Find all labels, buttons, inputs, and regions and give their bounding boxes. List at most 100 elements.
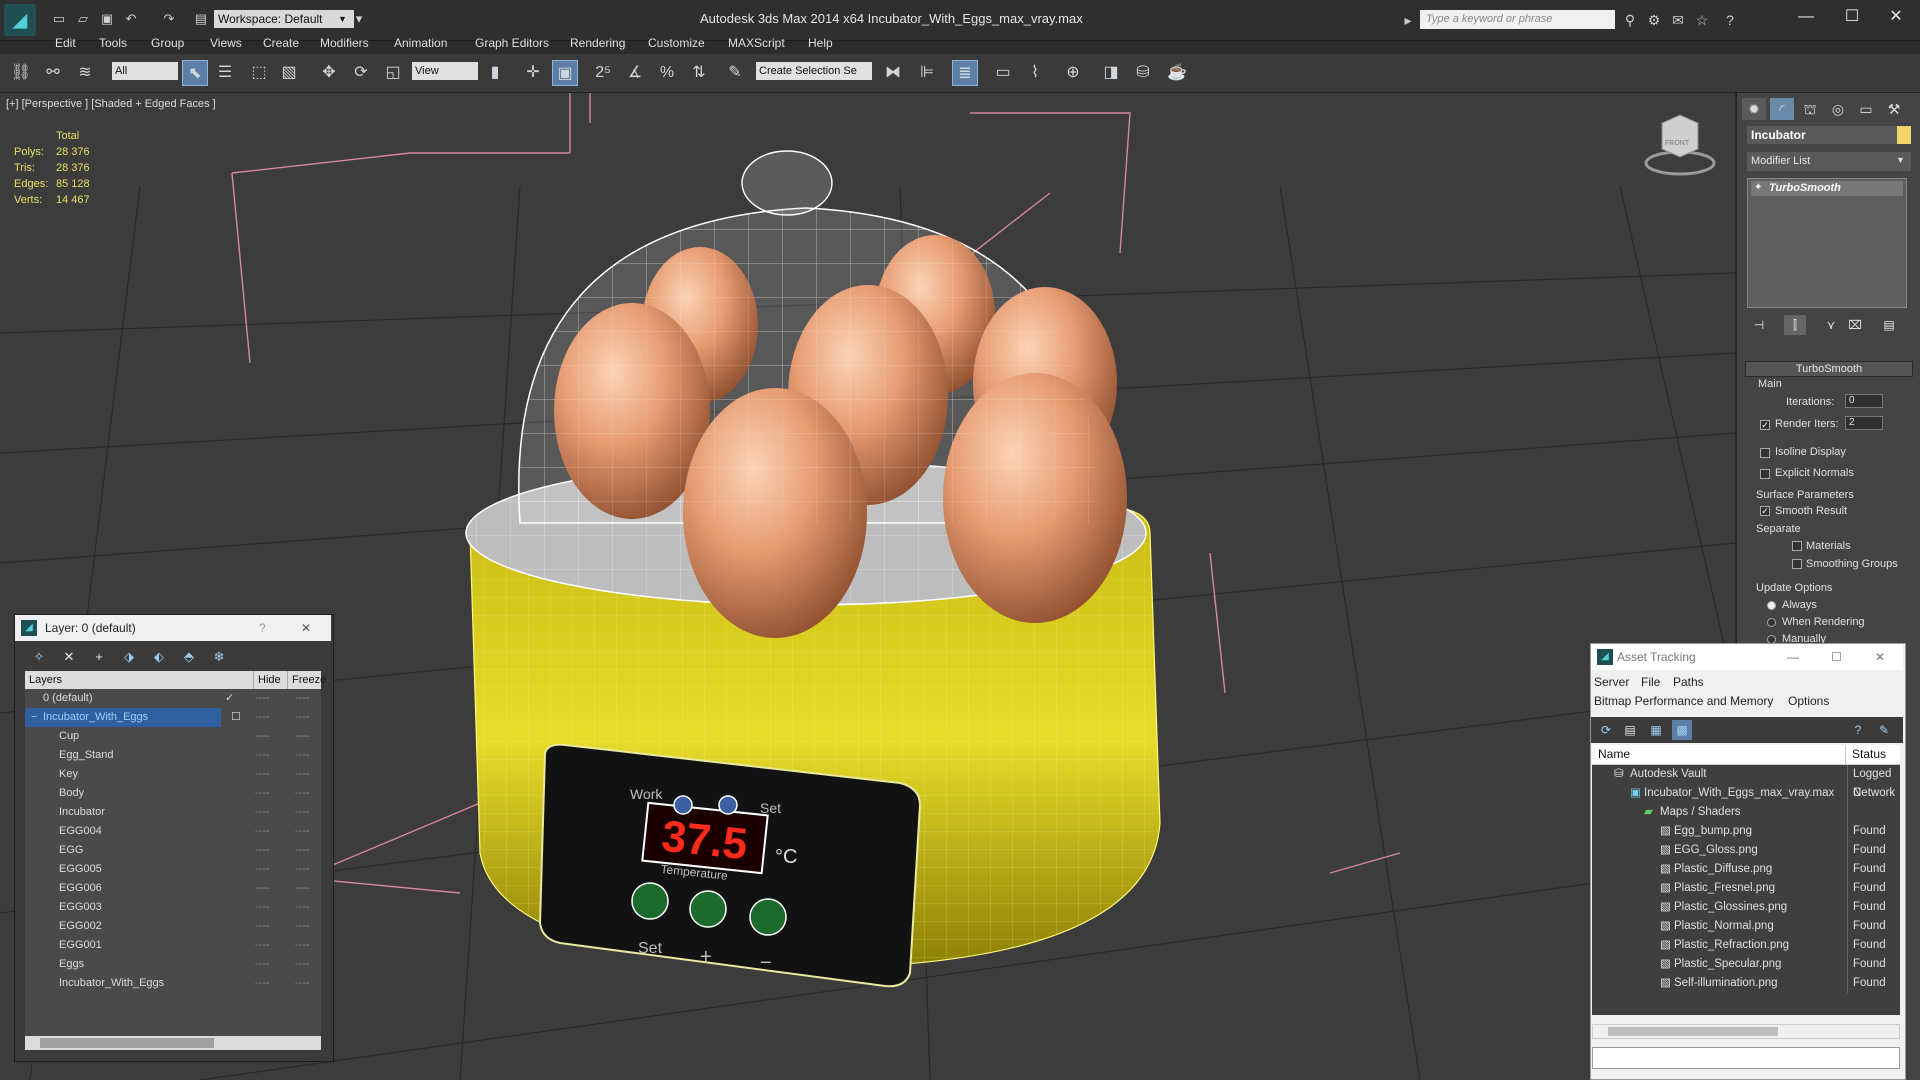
close-button[interactable]: ✕: [1876, 6, 1916, 28]
asset-row[interactable]: ▧ Self-illumination.png Found: [1592, 974, 1900, 993]
select-object-icon[interactable]: ⬉: [182, 60, 208, 86]
minimize-button[interactable]: —: [1786, 6, 1826, 28]
open-file-icon[interactable]: ▱: [74, 10, 92, 28]
help-icon[interactable]: ?: [1720, 10, 1740, 30]
hierarchy-tab-icon[interactable]: ⛫: [1798, 98, 1822, 120]
menu-create[interactable]: Create: [263, 34, 299, 52]
asset-row[interactable]: ▧ Egg_bump.png Found: [1592, 822, 1900, 841]
layer-row[interactable]: Eggs ---- ----: [25, 955, 321, 974]
asset-row[interactable]: ▧ Plastic_Specular.png Found: [1592, 955, 1900, 974]
minus-button[interactable]: [749, 898, 787, 936]
asset-row[interactable]: ▧ Plastic_Normal.png Found: [1592, 917, 1900, 936]
asset-tracking-titlebar[interactable]: ◢ Asset Tracking — ☐ ✕: [1591, 644, 1903, 670]
select-highlighted-icon[interactable]: ⬗: [118, 647, 140, 667]
menu-customize[interactable]: Customize: [648, 34, 705, 52]
modifier-stack[interactable]: [1747, 178, 1907, 308]
search-input[interactable]: Type a keyword or phrase: [1420, 10, 1615, 29]
asset-menu-bitmap-performance[interactable]: Bitmap Performance and Memory: [1594, 694, 1773, 708]
utilities-tab-icon[interactable]: ⚒: [1882, 98, 1906, 120]
layer-row[interactable]: 0 (default) ✓ ---- ----: [25, 689, 321, 708]
asset-menu-paths[interactable]: Paths: [1673, 675, 1704, 689]
rect-selection-icon[interactable]: ⬚: [246, 60, 272, 86]
communication-icon[interactable]: ✉: [1668, 10, 1688, 30]
unlink-icon[interactable]: ⚯: [40, 60, 66, 86]
project-folder-icon[interactable]: ▤: [192, 10, 210, 28]
active-layer-check-icon[interactable]: ✓: [225, 689, 234, 708]
scale-icon[interactable]: ◱: [380, 60, 406, 86]
freeze-unfreeze-all-icon[interactable]: ❄: [208, 647, 230, 667]
col-hide[interactable]: Hide: [253, 671, 281, 689]
bind-spacewarp-icon[interactable]: ≋: [72, 60, 98, 86]
asset-row[interactable]: ▧ Plastic_Fresnel.png Found: [1592, 879, 1900, 898]
layer-row[interactable]: EGG005 ---- ----: [25, 860, 321, 879]
edit-named-selection-icon[interactable]: ✎: [722, 60, 748, 86]
layer-row[interactable]: EGG002 ---- ----: [25, 917, 321, 936]
new-file-icon[interactable]: ▭: [50, 10, 68, 28]
always-radio[interactable]: [1767, 601, 1776, 610]
layer-row[interactable]: Incubator_With_Eggs ---- ----: [25, 974, 321, 993]
layer-row[interactable]: EGG004 ---- ----: [25, 822, 321, 841]
minimize-button[interactable]: —: [1787, 644, 1799, 670]
asset-row[interactable]: ▣ Incubator_With_Eggs_max_vray.max Network: [1592, 784, 1900, 803]
isoline-checkbox[interactable]: [1760, 448, 1770, 458]
layer-row[interactable]: − Incubator_With_Eggs: [25, 708, 221, 727]
asset-row[interactable]: ▧ Plastic_Glossines.png Found: [1592, 898, 1900, 917]
current-layer-box-icon[interactable]: ☐: [231, 708, 241, 727]
customize-quickaccess-icon[interactable]: ▾: [350, 10, 368, 28]
pin-stack-icon[interactable]: ⊣: [1748, 315, 1770, 335]
close-button[interactable]: ✕: [301, 615, 311, 641]
named-selection-dropdown[interactable]: Create Selection Se: [756, 62, 872, 80]
material-editor-icon[interactable]: ◨: [1098, 60, 1124, 86]
schematic-view-icon[interactable]: ⊕: [1060, 60, 1086, 86]
graphite-ribbon-icon[interactable]: ▭: [990, 60, 1016, 86]
add-to-layer-icon[interactable]: +: [88, 647, 110, 667]
subscription-icon[interactable]: ⚙: [1644, 10, 1664, 30]
modifier-list-dropdown[interactable]: Modifier List: [1747, 152, 1911, 171]
collapse-icon[interactable]: −: [31, 708, 37, 727]
window-crossing-icon[interactable]: ▧: [276, 60, 302, 86]
keyboard-shortcut-override-icon[interactable]: ▣: [552, 60, 578, 86]
layer-row[interactable]: Body ---- ----: [25, 784, 321, 803]
layer-row[interactable]: EGG003 ---- ----: [25, 898, 321, 917]
asset-row[interactable]: ⛁ Autodesk Vault Logged C: [1592, 765, 1900, 799]
col-layers[interactable]: Layers: [29, 671, 62, 689]
table-view-icon[interactable]: ▦: [1646, 720, 1666, 740]
remove-modifier-icon[interactable]: ⌧: [1844, 315, 1866, 335]
motion-tab-icon[interactable]: ◎: [1826, 98, 1850, 120]
display-tab-icon[interactable]: ▭: [1854, 98, 1878, 120]
menu-maxscript[interactable]: MAXScript: [728, 34, 785, 52]
layer-row[interactable]: EGG006 ---- ----: [25, 879, 321, 898]
asset-row[interactable]: ▧ Plastic_Diffuse.png Found: [1592, 860, 1900, 879]
render-setup-icon[interactable]: ⛁: [1130, 60, 1156, 86]
chevron-down-icon[interactable]: ▼: [338, 10, 350, 28]
select-manipulate-icon[interactable]: ✛: [520, 60, 546, 86]
menu-views[interactable]: Views: [210, 34, 242, 52]
workspace-dropdown[interactable]: Workspace: Default: [214, 10, 354, 28]
object-name-field[interactable]: Incubator: [1747, 126, 1897, 144]
menu-animation[interactable]: Animation: [394, 34, 447, 52]
layer-dialog-titlebar[interactable]: ◢ Layer: 0 (default) ? ✕: [15, 615, 331, 641]
pivot-center-icon[interactable]: ▮: [482, 60, 508, 86]
delete-layer-icon[interactable]: ✕: [58, 647, 80, 667]
plus-button[interactable]: [689, 890, 727, 928]
save-file-icon[interactable]: ▣: [98, 10, 116, 28]
help-button[interactable]: ?: [259, 615, 266, 641]
col-status[interactable]: Status: [1845, 745, 1886, 764]
layer-row[interactable]: Incubator ---- ----: [25, 803, 321, 822]
highlight-selected-icon[interactable]: ⬖: [148, 647, 170, 667]
refresh-icon[interactable]: ⟳: [1596, 720, 1616, 740]
smoothing-groups-checkbox[interactable]: [1792, 559, 1802, 569]
menu-graph-editors[interactable]: Graph Editors: [475, 34, 549, 52]
asset-row[interactable]: ▧ EGG_Gloss.png Found: [1592, 841, 1900, 860]
stack-item-turbosmooth[interactable]: TurboSmooth: [1751, 181, 1903, 196]
render-iters-checkbox[interactable]: ✓: [1760, 420, 1770, 430]
layer-row[interactable]: Egg_Stand ---- ----: [25, 746, 321, 765]
angle-snap-icon[interactable]: ∡: [622, 60, 648, 86]
reference-coord-dropdown[interactable]: View: [412, 62, 478, 80]
layer-list[interactable]: 0 (default) ✓ ---- ---- − Incubator_With_Egg…: [25, 689, 321, 1045]
menu-edit[interactable]: Edit: [55, 34, 76, 52]
grid-view-icon[interactable]: ▩: [1672, 720, 1692, 740]
object-color-swatch[interactable]: [1897, 126, 1911, 144]
maximize-button[interactable]: ☐: [1832, 6, 1872, 28]
asset-scrollbar-thumb[interactable]: [1608, 1027, 1778, 1036]
